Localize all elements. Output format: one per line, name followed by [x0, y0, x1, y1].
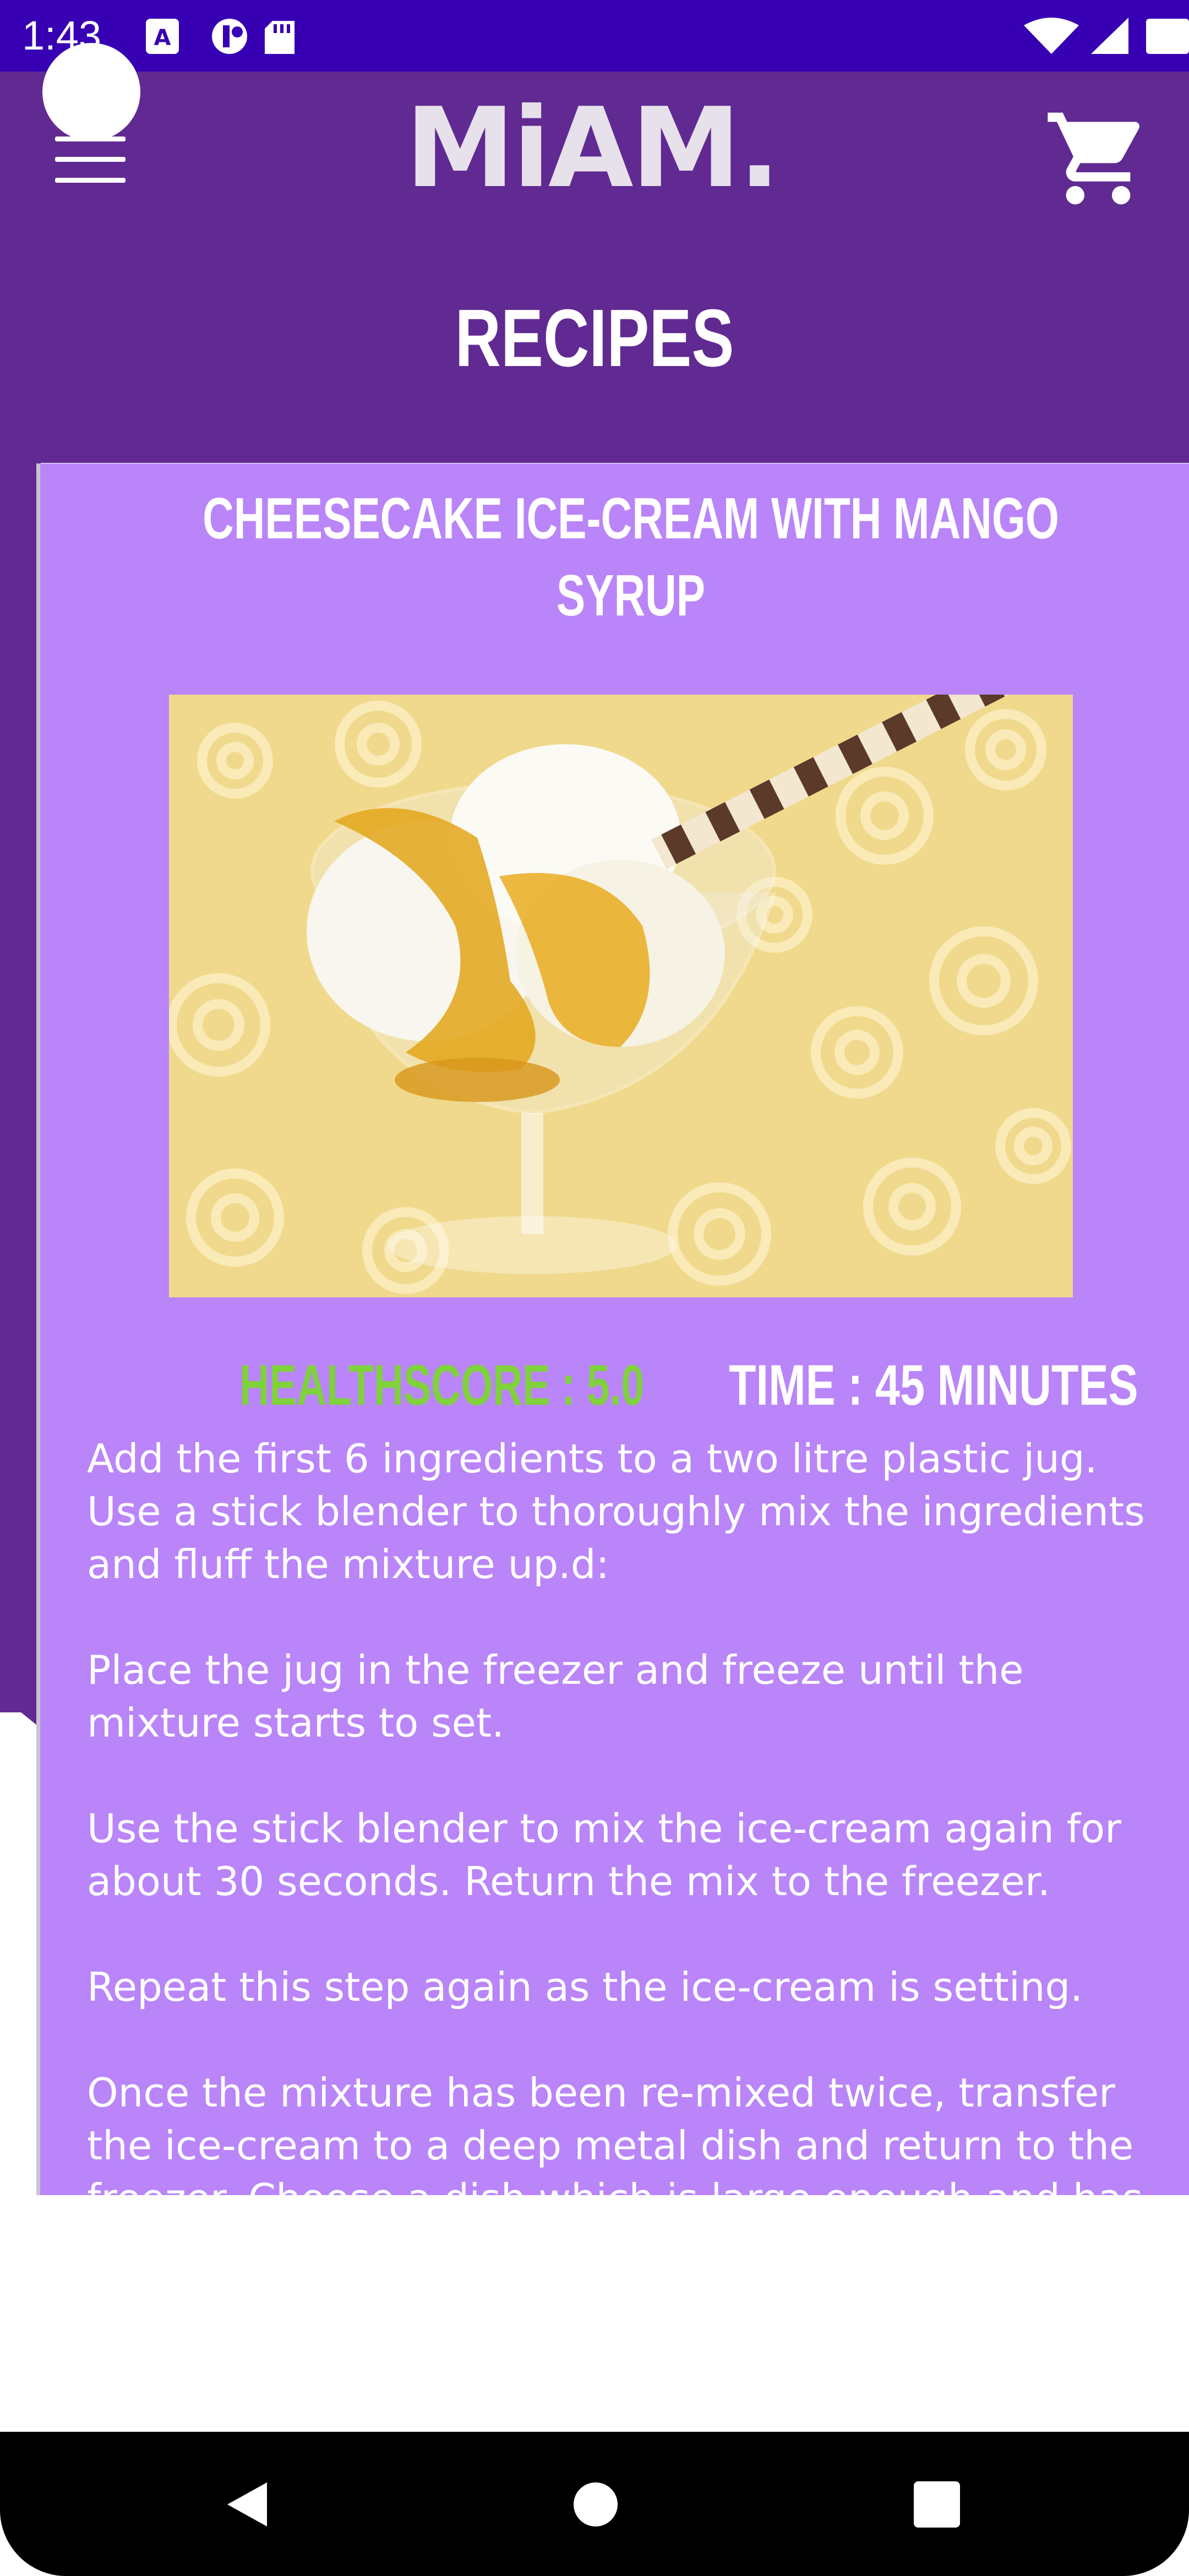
home-circle-icon[interactable]: [574, 2482, 618, 2526]
recipe-instructions: Add the first 6 ingredients to a two lit…: [87, 1432, 1177, 2195]
hamburger-menu-icon[interactable]: [55, 137, 126, 183]
recipe-card[interactable]: CHEESECAKE ICE-CREAM WITH MANGO SYRUP HE…: [40, 463, 1189, 2195]
status-bar: 1:43 A: [0, 0, 1189, 72]
recipe-title: CHEESECAKE ICE-CREAM WITH MANGO SYRUP: [203, 486, 1059, 628]
instruction-step: Repeat this step again as the ice-cream …: [87, 1964, 1083, 2010]
time-label: TIME : 45 MINUTES: [729, 1354, 1138, 1417]
recipe-image: [169, 695, 1073, 1297]
recents-square-icon[interactable]: [914, 2481, 960, 2528]
healthscore-label: HEALTHSCORE : 5.0: [239, 1354, 645, 1417]
sim-a-icon: A: [146, 19, 179, 54]
battery-icon: [1146, 19, 1189, 54]
data-saver-icon: [212, 19, 247, 54]
side-wedge: [0, 1662, 41, 1728]
signal-icon: [1091, 18, 1128, 54]
logo-text: MiAM.: [405, 84, 780, 212]
instruction-step: Add the first 6 ingredients to a two lit…: [87, 1436, 1145, 1587]
sd-card-icon: [265, 21, 294, 54]
avatar[interactable]: [42, 43, 140, 141]
app-logo: MiAM.: [385, 88, 798, 209]
instruction-step: Use the stick blender to mix the ice-cre…: [87, 1805, 1121, 1904]
empty-area: [0, 2195, 1189, 2432]
instruction-step: Place the jug in the freezer and freeze …: [87, 1647, 1024, 1746]
shopping-cart-icon[interactable]: [1043, 103, 1153, 214]
status-system-icons: [1024, 18, 1189, 54]
page-title: RECIPES: [455, 293, 734, 384]
wifi-icon: [1024, 18, 1079, 54]
svg-text:A: A: [154, 25, 171, 51]
side-background: [0, 463, 41, 1712]
back-triangle-icon[interactable]: [223, 2480, 272, 2529]
status-notification-icons: A: [146, 19, 294, 54]
instruction-step: Once the mixture has been re-mixed twice…: [87, 2070, 1143, 2195]
